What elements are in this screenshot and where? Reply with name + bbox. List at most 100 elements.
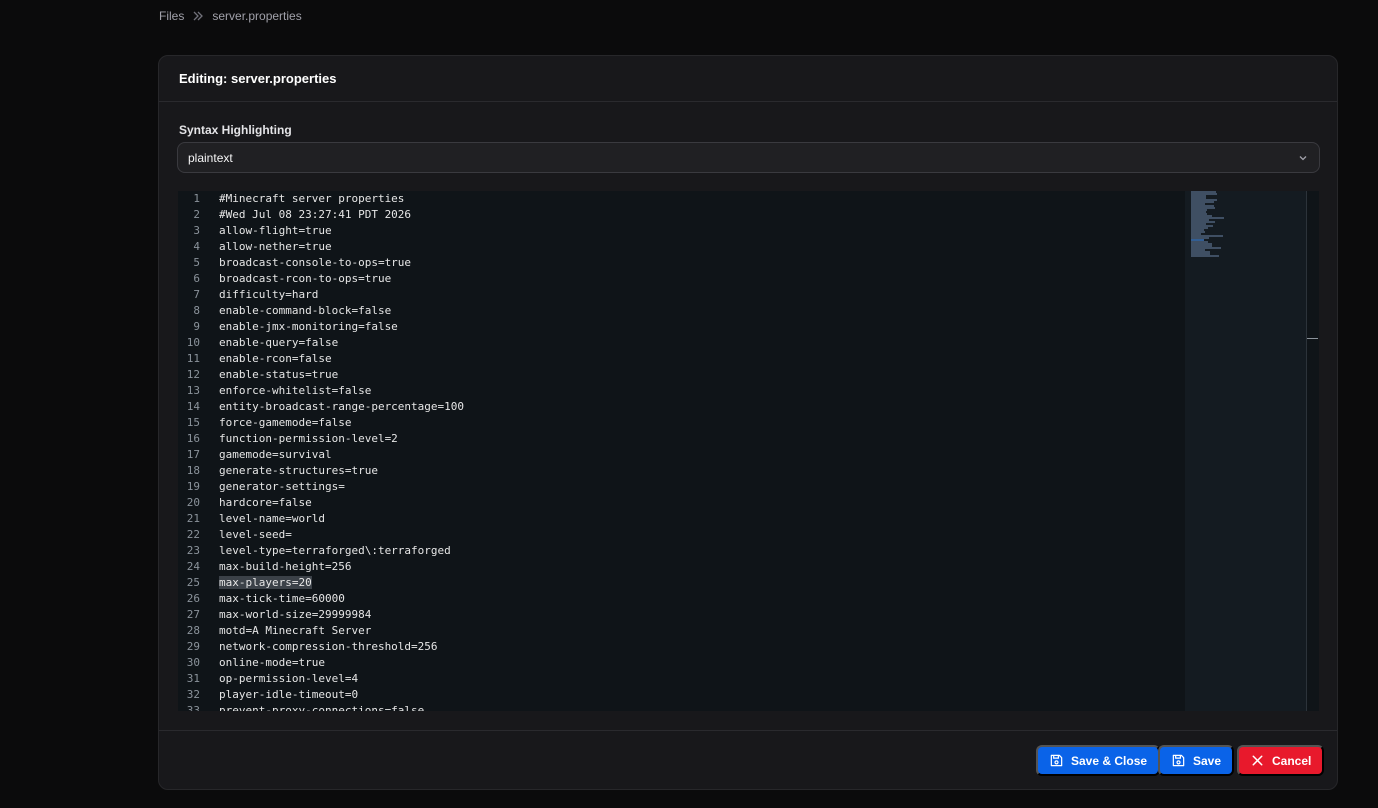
save-and-close-button[interactable]: Save & Close	[1036, 745, 1161, 776]
code-line[interactable]: enable-status=true	[219, 367, 1179, 383]
code-line[interactable]: broadcast-rcon-to-ops=true	[219, 271, 1179, 287]
line-number: 18	[186, 464, 200, 477]
code-line-text: difficulty=hard	[219, 288, 319, 301]
code-line-text: level-seed=	[219, 528, 292, 541]
line-number: 26	[186, 592, 200, 605]
line-number: 31	[186, 672, 200, 685]
line-number: 27	[186, 608, 200, 621]
code-editor[interactable]: 1 2 3 4 5 6 7 8 9 10 11 12 13 14 15 16 17 18 19 20 21 22 23 24 2…	[178, 191, 1319, 711]
code-line[interactable]: enable-query=false	[219, 335, 1179, 351]
code-line-text: max-world-size=29999984	[219, 608, 372, 621]
line-number: 17	[186, 448, 200, 461]
code-line-text: entity-broadcast-range-percentage=100	[219, 400, 465, 413]
scrollbar-marker[interactable]	[1307, 338, 1318, 339]
code-line[interactable]: enforce-whitelist=false	[219, 383, 1179, 399]
code-line-text: enable-jmx-monitoring=false	[219, 320, 398, 333]
code-line-text: function-permission-level=2	[219, 432, 398, 445]
line-number: 3	[193, 224, 200, 237]
code-line-text: motd=A Minecraft Server	[219, 624, 372, 637]
breadcrumb-files-link[interactable]: Files	[159, 9, 184, 23]
code-line[interactable]: max-players=20	[219, 575, 1179, 591]
line-number: 30	[186, 656, 200, 669]
code-line[interactable]: allow-nether=true	[219, 239, 1179, 255]
code-line[interactable]: difficulty=hard	[219, 287, 1179, 303]
code-line-text: generator-settings=	[219, 480, 345, 493]
minimap-line	[1191, 255, 1219, 257]
line-number: 22	[186, 528, 200, 541]
save-icon	[1171, 753, 1186, 768]
minimap[interactable]	[1185, 191, 1307, 711]
line-number: 9	[193, 320, 200, 333]
line-number: 23	[186, 544, 200, 557]
card-title: Editing: server.properties	[179, 71, 337, 86]
code-line[interactable]: network-compression-threshold=256	[219, 639, 1179, 655]
code-line-text: enable-status=true	[219, 368, 339, 381]
code-area[interactable]: #Minecraft server properties #Wed Jul 08 …	[219, 191, 1179, 711]
code-line-text: level-type=terraforged\:terraforged	[219, 544, 451, 557]
code-line-text: op-permission-level=4	[219, 672, 359, 685]
code-line-text: network-compression-threshold=256	[219, 640, 438, 653]
breadcrumb: Files server.properties	[159, 9, 302, 23]
line-number: 15	[186, 416, 200, 429]
editor-card: Editing: server.properties Syntax Highli…	[158, 55, 1338, 790]
code-line[interactable]: level-name=world	[219, 511, 1179, 527]
line-number: 16	[186, 432, 200, 445]
code-line-text: enforce-whitelist=false	[219, 384, 372, 397]
line-number: 25	[186, 576, 200, 589]
code-line[interactable]: force-gamemode=false	[219, 415, 1179, 431]
code-line-text: player-idle-timeout=0	[219, 688, 359, 701]
code-line-text: max-tick-time=60000	[219, 592, 345, 605]
code-line-text: #Minecraft server properties	[219, 192, 405, 205]
line-number: 10	[186, 336, 200, 349]
code-line[interactable]: generator-settings=	[219, 479, 1179, 495]
code-line[interactable]: max-build-height=256	[219, 559, 1179, 575]
cancel-button[interactable]: Cancel	[1237, 745, 1325, 776]
code-line-text: generate-structures=true	[219, 464, 378, 477]
line-number: 5	[193, 256, 200, 269]
line-number: 24	[186, 560, 200, 573]
save-button[interactable]: Save	[1158, 745, 1235, 776]
code-line-text: level-name=world	[219, 512, 325, 525]
save-and-close-label: Save & Close	[1071, 753, 1148, 768]
code-line-text: #Wed Jul 08 23:27:41 PDT 2026	[219, 208, 412, 221]
code-line-text: online-mode=true	[219, 656, 325, 669]
code-line[interactable]: op-permission-level=4	[219, 671, 1179, 687]
code-line-text: max-players=20	[219, 576, 312, 589]
code-line[interactable]: #Minecraft server properties	[219, 191, 1179, 207]
code-line[interactable]: gamemode=survival	[219, 447, 1179, 463]
code-line-text: hardcore=false	[219, 496, 312, 509]
syntax-highlighting-select[interactable]: plaintext	[177, 142, 1320, 173]
code-line[interactable]: max-tick-time=60000	[219, 591, 1179, 607]
code-line[interactable]: hardcore=false	[219, 495, 1179, 511]
code-line[interactable]: broadcast-console-to-ops=true	[219, 255, 1179, 271]
line-number-gutter: 1 2 3 4 5 6 7 8 9 10 11 12 13 14 15 16 17 18 19 20 21 22 23 24 2…	[178, 191, 214, 711]
save-icon	[1049, 753, 1064, 768]
code-line[interactable]: enable-command-block=false	[219, 303, 1179, 319]
code-line[interactable]: #Wed Jul 08 23:27:41 PDT 2026	[219, 207, 1179, 223]
code-line[interactable]: player-idle-timeout=0	[219, 687, 1179, 703]
code-line[interactable]: max-world-size=29999984	[219, 607, 1179, 623]
code-line[interactable]: online-mode=true	[219, 655, 1179, 671]
line-number: 7	[193, 288, 200, 301]
line-number: 28	[186, 624, 200, 637]
line-number: 8	[193, 304, 200, 317]
code-line[interactable]: function-permission-level=2	[219, 431, 1179, 447]
code-line[interactable]: motd=A Minecraft Server	[219, 623, 1179, 639]
code-line[interactable]: allow-flight=true	[219, 223, 1179, 239]
code-line[interactable]: prevent-proxy-connections=false	[219, 703, 1179, 711]
code-line-text: enable-command-block=false	[219, 304, 392, 317]
code-line[interactable]: generate-structures=true	[219, 463, 1179, 479]
line-number: 14	[186, 400, 200, 413]
save-label: Save	[1193, 753, 1222, 768]
line-number: 13	[186, 384, 200, 397]
footer-divider	[159, 730, 1337, 731]
code-line[interactable]: entity-broadcast-range-percentage=100	[219, 399, 1179, 415]
line-number: 29	[186, 640, 200, 653]
code-line[interactable]: enable-rcon=false	[219, 351, 1179, 367]
code-line[interactable]: enable-jmx-monitoring=false	[219, 319, 1179, 335]
double-chevron-right-icon	[192, 10, 204, 22]
code-line[interactable]: level-type=terraforged\:terraforged	[219, 543, 1179, 559]
code-line[interactable]: level-seed=	[219, 527, 1179, 543]
chevron-down-icon	[1297, 152, 1309, 164]
syntax-highlighting-label: Syntax Highlighting	[179, 123, 292, 137]
